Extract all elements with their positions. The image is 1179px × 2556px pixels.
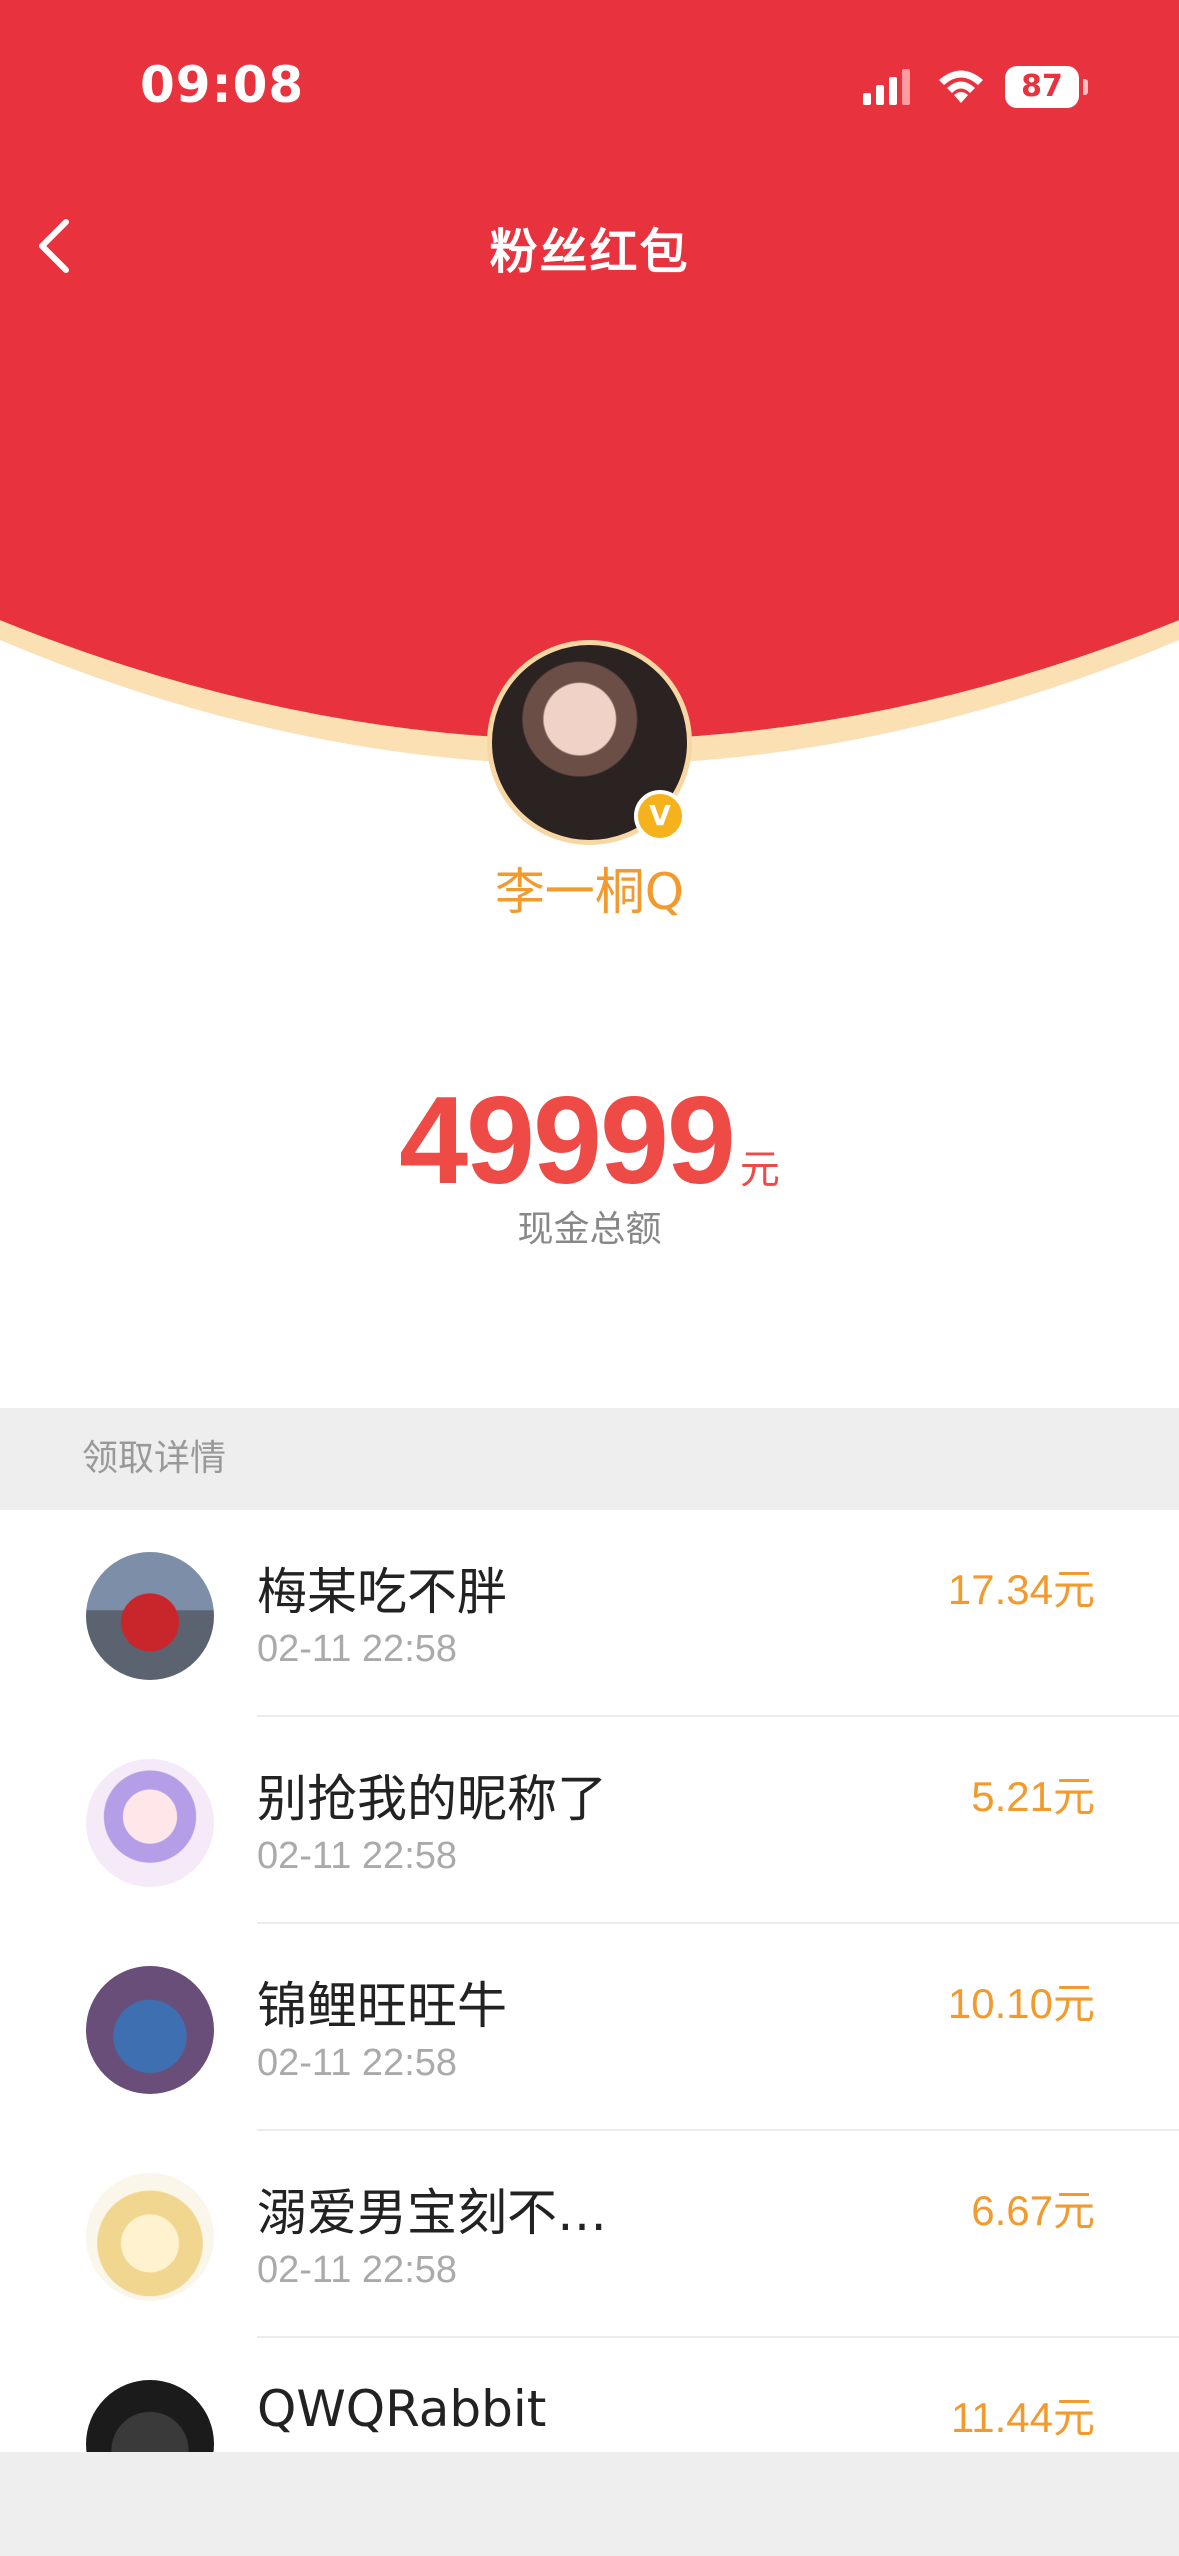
avatar bbox=[86, 1759, 214, 1887]
wifi-icon bbox=[939, 70, 983, 103]
avatar bbox=[86, 1552, 214, 1680]
list-item[interactable]: 溺爱男宝刻不… 02-11 22:58 6.67元 bbox=[0, 2131, 1179, 2338]
avatar bbox=[86, 2173, 214, 2301]
section-title: 领取详情 bbox=[82, 1438, 227, 1479]
list-item[interactable]: 梅某吃不胖 02-11 22:58 17.34元 bbox=[0, 1510, 1179, 1717]
receive-amount: 5.21元 bbox=[971, 1773, 1095, 1820]
avatar bbox=[86, 1966, 214, 2094]
total-amount-value: 49999 bbox=[399, 1072, 736, 1210]
receive-time: 02-11 22:58 bbox=[257, 2042, 458, 2084]
receiver-name: 锦鲤旺旺牛 bbox=[257, 1977, 507, 2035]
receiver-name: 梅某吃不胖 bbox=[257, 1563, 507, 1621]
battery-icon: 87 bbox=[1005, 66, 1088, 108]
page-title: 粉丝红包 bbox=[489, 224, 690, 280]
list-item[interactable]: 别抢我的昵称了 02-11 22:58 5.21元 bbox=[0, 1717, 1179, 1924]
status-icons: 87 bbox=[861, 62, 1088, 112]
fan-red-packet-screen: 09:08 87 粉丝红包 V 李一桐Q 49999 元 现金总额 领取详情 梅… bbox=[0, 0, 1179, 2556]
creator-name[interactable]: 李一桐Q bbox=[0, 852, 1179, 924]
section-header: 领取详情 bbox=[0, 1408, 1179, 1510]
receiver-name: 溺爱男宝刻不… bbox=[257, 2184, 607, 2242]
receive-time: 02-11 22:58 bbox=[257, 1835, 458, 1877]
list-item[interactable]: 锦鲤旺旺牛 02-11 22:58 10.10元 bbox=[0, 1924, 1179, 2131]
total-amount-unit: 元 bbox=[739, 1147, 780, 1193]
receive-time: 02-11 22:58 bbox=[257, 1628, 458, 1670]
total-amount: 49999 元 bbox=[0, 1070, 1179, 1212]
receive-amount: 10.10元 bbox=[947, 1980, 1095, 2027]
receiver-name: QWQRabbit bbox=[257, 2380, 547, 2438]
bottom-bar bbox=[0, 2452, 1179, 2556]
receive-amount: 17.34元 bbox=[947, 1566, 1095, 1613]
cellular-signal-icon bbox=[863, 69, 910, 105]
total-amount-label: 现金总额 bbox=[517, 1209, 662, 1250]
receiver-list: 梅某吃不胖 02-11 22:58 17.34元 别抢我的昵称了 02-11 2… bbox=[0, 1510, 1179, 2545]
status-time: 09:08 bbox=[140, 56, 305, 114]
receive-amount: 11.44元 bbox=[951, 2394, 1095, 2441]
receive-time: 02-11 22:58 bbox=[257, 2249, 458, 2291]
receive-amount: 6.67元 bbox=[971, 2187, 1095, 2234]
receiver-name: 别抢我的昵称了 bbox=[257, 1770, 607, 1828]
verified-badge-icon: V bbox=[634, 790, 686, 842]
